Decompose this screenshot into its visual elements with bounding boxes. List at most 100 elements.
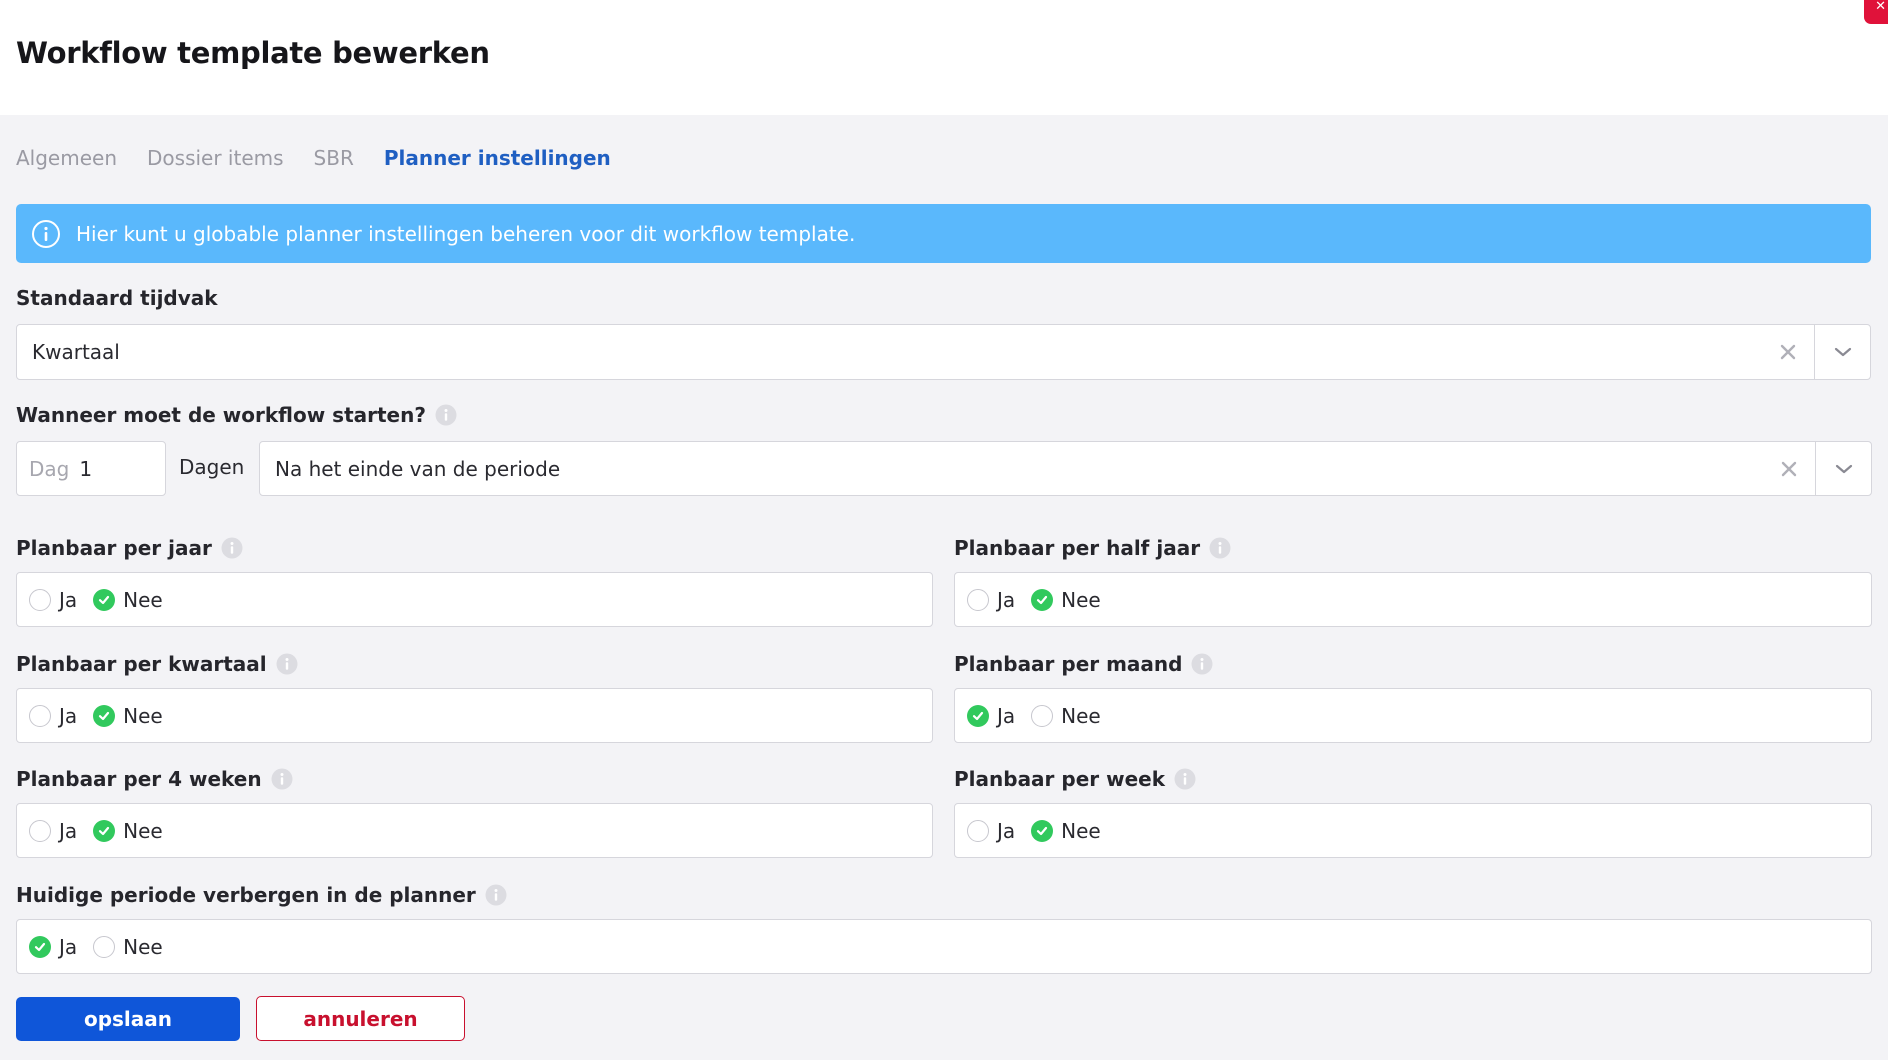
kwartaal-radio-ja[interactable]: Ja [29,704,77,728]
radio-empty-icon[interactable] [967,588,989,611]
huidige-periode-verbergen-radio-group: Ja Nee [16,919,1872,974]
chevron-down-icon[interactable] [1815,325,1870,379]
planbaar-4-weken-label-text: Planbaar per 4 weken [16,767,262,791]
clear-icon[interactable] [1762,325,1814,379]
info-banner: Hier kunt u globable planner instellinge… [16,204,1871,263]
planbaar-jaar-radio-group: Ja Nee [16,572,933,627]
verbergen-radio-ja[interactable]: Ja [29,935,77,959]
standaard-tijdvak-label: Standaard tijdvak [16,286,218,310]
close-icon[interactable]: ✕ [1864,0,1888,24]
radio-empty-icon[interactable] [93,935,116,958]
radio-label: Ja [997,587,1016,612]
vier-weken-radio-ja[interactable]: Ja [29,819,77,843]
vier-weken-radio-nee[interactable]: Nee [93,819,163,843]
verbergen-radio-nee[interactable]: Nee [93,935,163,959]
planbaar-maand-radio-group: Ja Nee [954,688,1872,743]
radio-empty-icon[interactable] [29,588,51,611]
jaar-radio-ja[interactable]: Ja [29,588,77,612]
planbaar-jaar-label-text: Planbaar per jaar [16,536,212,560]
jaar-radio-nee[interactable]: Nee [93,588,163,612]
radio-empty-icon[interactable] [29,819,51,842]
help-icon[interactable] [276,653,298,675]
radio-empty-icon[interactable] [967,819,989,842]
page-title: Workflow template bewerken [16,36,490,70]
standaard-tijdvak-select[interactable]: Kwartaal [16,324,1871,380]
half-jaar-radio-ja[interactable]: Ja [967,588,1015,612]
start-moment-select[interactable]: Na het einde van de periode [259,441,1872,496]
help-icon[interactable] [1174,768,1196,790]
planbaar-4-weken-radio-group: Ja Nee [16,803,933,858]
info-icon [31,219,61,249]
page-header: Workflow template bewerken ✕ [0,0,1888,115]
tab-planner-instellingen[interactable]: Planner instellingen [384,146,611,170]
day-field[interactable]: Dag [16,441,166,496]
radio-label: Ja [59,703,78,728]
day-input[interactable] [79,456,140,481]
day-prefix: Dag [29,456,70,481]
huidige-periode-verbergen-label: Huidige periode verbergen in de planner [16,883,507,907]
radio-label: Ja [59,818,78,843]
check-circle-icon[interactable] [1031,588,1054,611]
maand-radio-ja[interactable]: Ja [967,704,1015,728]
start-label: Wanneer moet de workflow starten? [16,403,457,427]
planbaar-maand-label-text: Planbaar per maand [954,652,1183,676]
standaard-tijdvak-value: Kwartaal [32,340,120,364]
radio-label: Nee [123,818,163,843]
week-radio-ja[interactable]: Ja [967,819,1015,843]
planbaar-week-radio-group: Ja Nee [954,803,1872,858]
tab-sbr[interactable]: SBR [314,146,354,170]
check-circle-icon[interactable] [93,704,116,727]
radio-label: Ja [59,934,78,959]
planbaar-kwartaal-label-text: Planbaar per kwartaal [16,652,267,676]
tab-algemeen[interactable]: Algemeen [16,146,117,170]
radio-label: Ja [997,703,1016,728]
cancel-button[interactable]: annuleren [256,996,465,1041]
help-icon[interactable] [271,768,293,790]
half-jaar-radio-nee[interactable]: Nee [1031,588,1101,612]
kwartaal-radio-nee[interactable]: Nee [93,704,163,728]
help-icon[interactable] [221,537,243,559]
radio-label: Nee [1061,587,1101,612]
help-icon[interactable] [1209,537,1231,559]
save-button[interactable]: opslaan [16,997,240,1041]
radio-empty-icon[interactable] [1031,704,1054,727]
radio-label: Nee [1061,703,1101,728]
start-moment-value: Na het einde van de periode [275,456,561,481]
radio-label: Nee [1061,818,1101,843]
planbaar-half-jaar-radio-group: Ja Nee [954,572,1872,627]
check-circle-icon[interactable] [1031,819,1054,842]
tab-bar: Algemeen Dossier items SBR Planner inste… [16,146,641,170]
dagen-label: Dagen [179,455,245,479]
check-circle-icon[interactable] [29,935,51,958]
planbaar-jaar-label: Planbaar per jaar [16,536,243,560]
help-icon[interactable] [1191,653,1213,675]
radio-label: Ja [997,818,1016,843]
planbaar-half-jaar-label: Planbaar per half jaar [954,536,1231,560]
planbaar-4-weken-label: Planbaar per 4 weken [16,767,293,791]
planbaar-maand-label: Planbaar per maand [954,652,1213,676]
planbaar-kwartaal-radio-group: Ja Nee [16,688,933,743]
help-icon[interactable] [435,404,457,426]
info-banner-text: Hier kunt u globable planner instellinge… [76,221,856,246]
standaard-tijdvak-label-text: Standaard tijdvak [16,286,218,310]
radio-empty-icon[interactable] [29,704,51,727]
radio-label: Ja [59,587,78,612]
radio-label: Nee [123,587,163,612]
chevron-down-icon[interactable] [1816,442,1871,495]
radio-label: Nee [123,934,163,959]
planbaar-week-label: Planbaar per week [954,767,1196,791]
check-circle-icon[interactable] [967,704,989,727]
help-icon[interactable] [485,884,507,906]
clear-icon[interactable] [1763,442,1815,495]
check-circle-icon[interactable] [93,588,116,611]
maand-radio-nee[interactable]: Nee [1031,704,1101,728]
radio-label: Nee [123,703,163,728]
huidige-periode-verbergen-label-text: Huidige periode verbergen in de planner [16,883,476,907]
check-circle-icon[interactable] [93,819,116,842]
week-radio-nee[interactable]: Nee [1031,819,1101,843]
planbaar-half-jaar-label-text: Planbaar per half jaar [954,536,1201,560]
start-label-text: Wanneer moet de workflow starten? [16,403,426,427]
planbaar-kwartaal-label: Planbaar per kwartaal [16,652,298,676]
planbaar-week-label-text: Planbaar per week [954,767,1165,791]
tab-dossier-items[interactable]: Dossier items [147,146,284,170]
